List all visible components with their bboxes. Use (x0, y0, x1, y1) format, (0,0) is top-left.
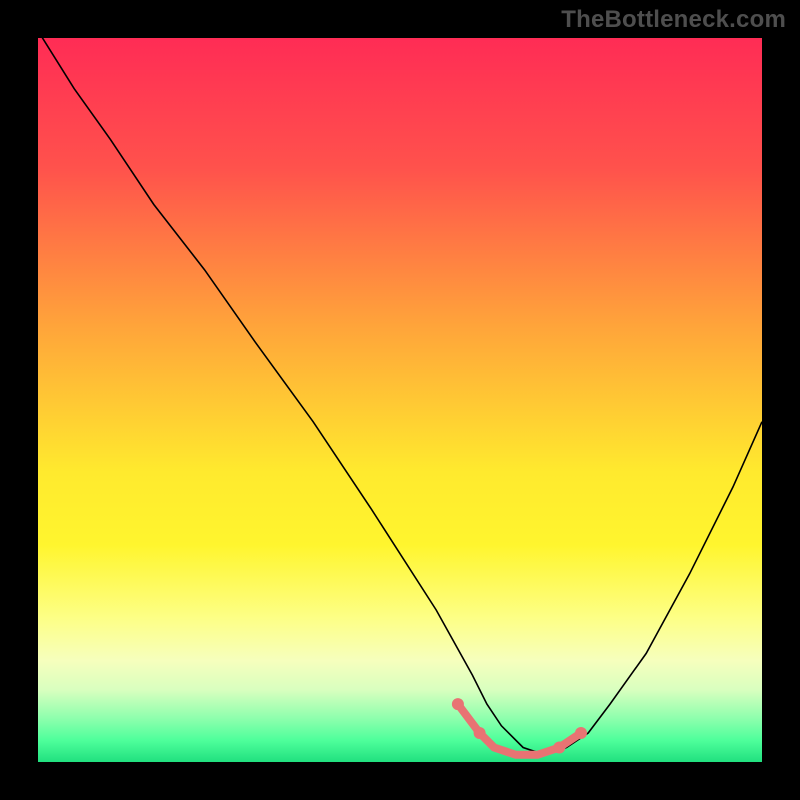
chart-frame: TheBottleneck.com (0, 0, 800, 800)
optimal-dot (474, 727, 486, 739)
optimal-dot (452, 698, 464, 710)
chart-svg (38, 38, 762, 762)
attribution-text: TheBottleneck.com (561, 6, 786, 34)
gradient-background (38, 38, 762, 762)
optimal-dot (553, 742, 565, 754)
optimal-dot (575, 727, 587, 739)
plot-area (38, 38, 762, 762)
